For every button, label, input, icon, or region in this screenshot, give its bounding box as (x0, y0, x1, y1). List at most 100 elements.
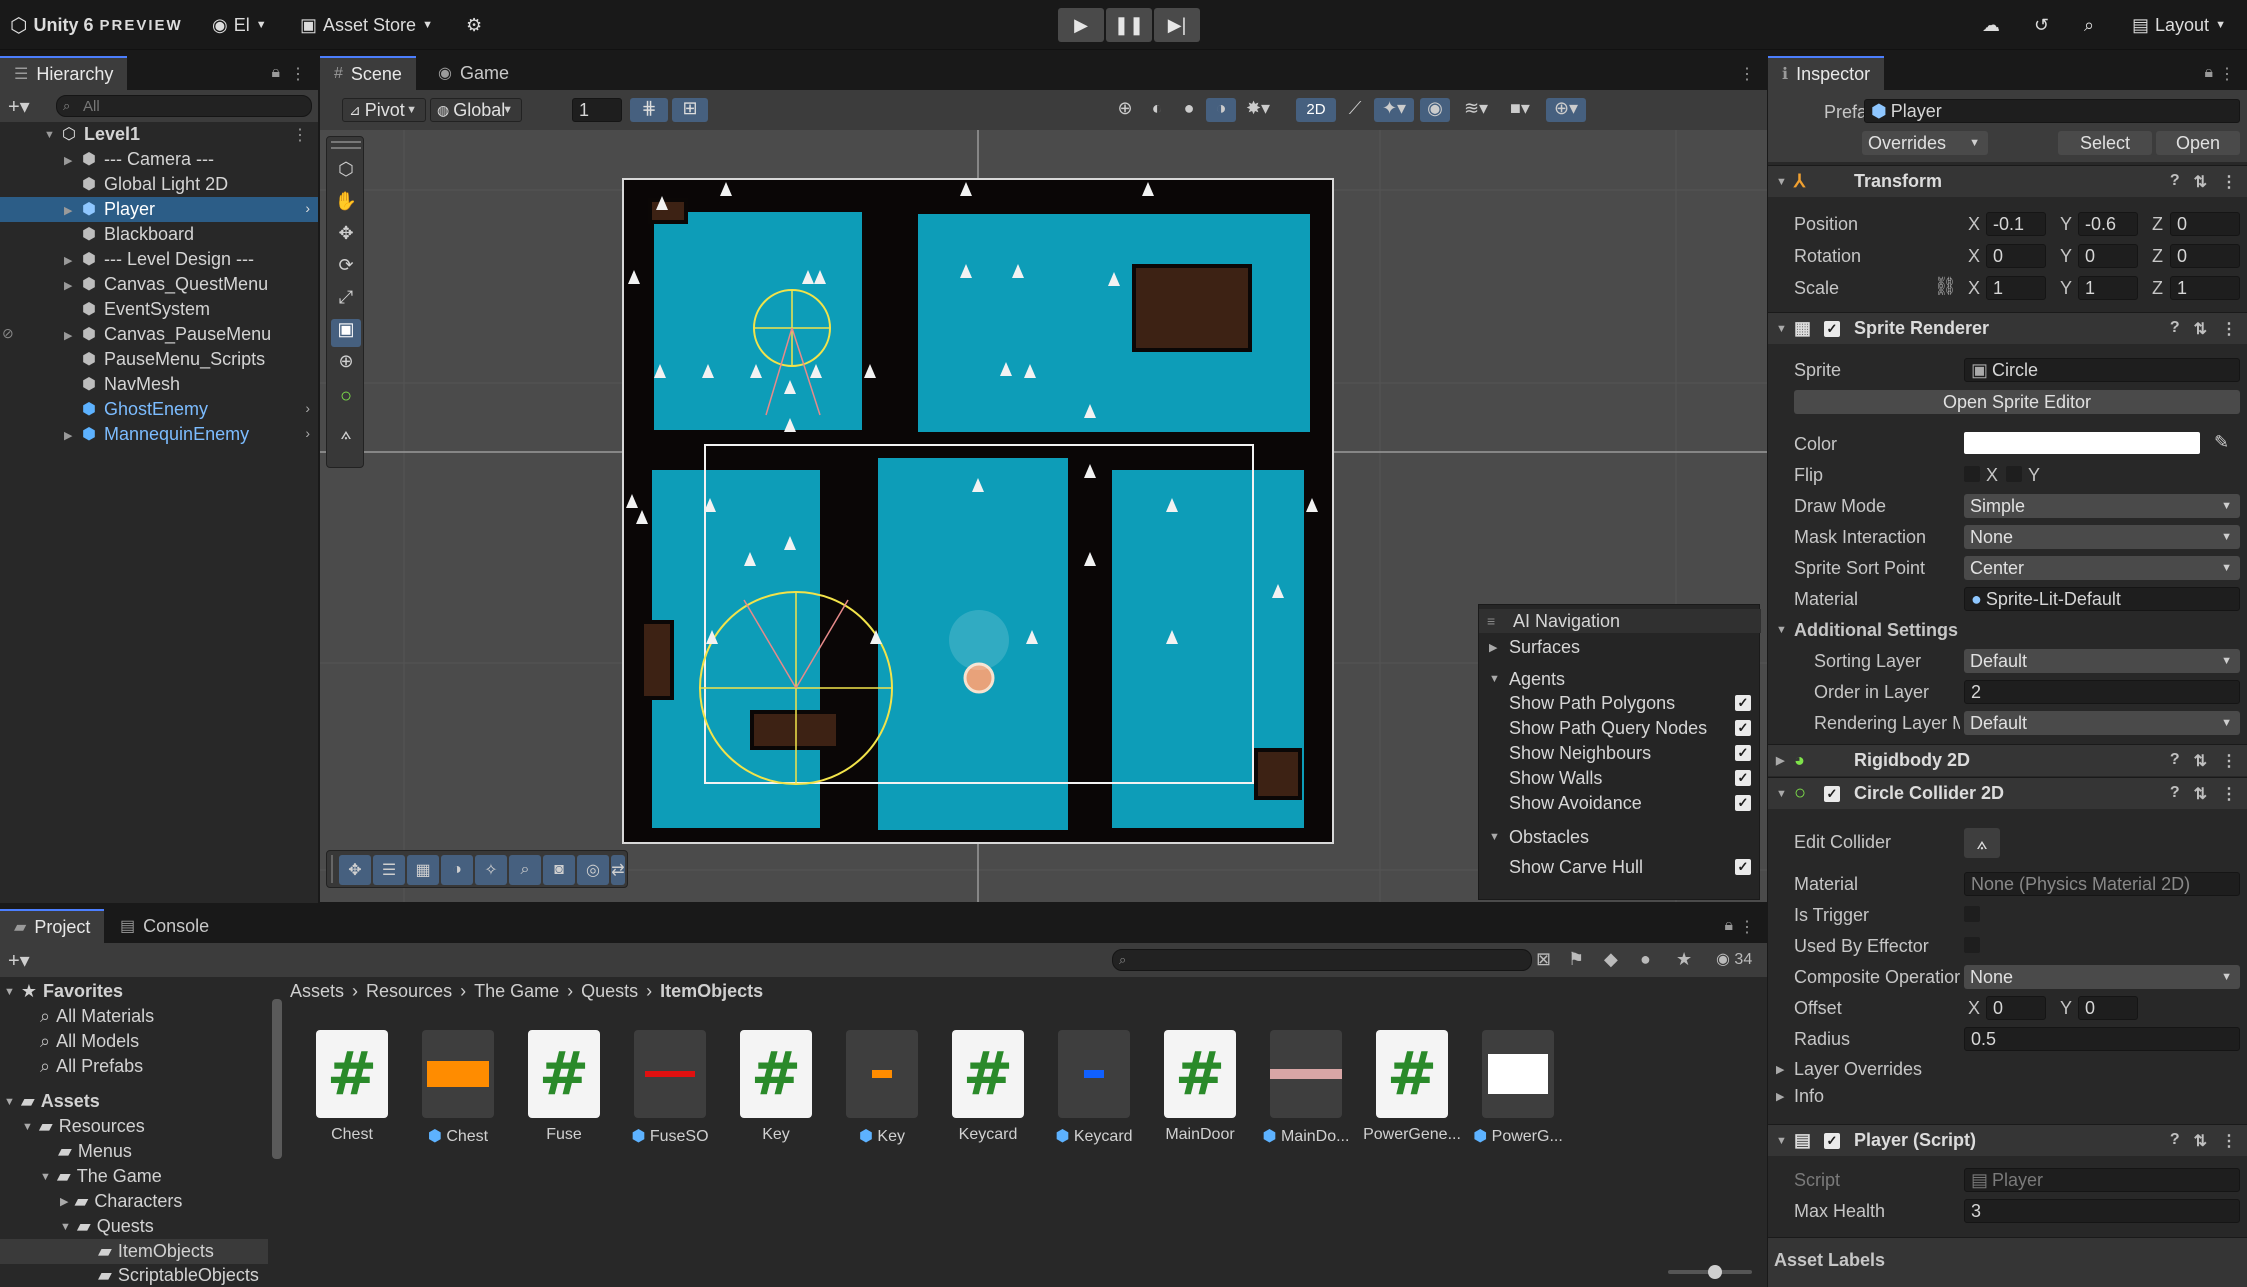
unlit-icon[interactable]: ◑ (1206, 98, 1236, 122)
debug-draw-icon[interactable]: ✸▾ (1238, 98, 1278, 122)
position-z-field[interactable]: 0 (2170, 212, 2240, 236)
align-icon[interactable]: ☰ (373, 855, 405, 885)
orientation-icon[interactable]: ⊕ (1110, 98, 1140, 122)
rect-tool-icon[interactable]: ▣ (331, 319, 361, 347)
hierarchy-item[interactable]: ▶ ⬢ Canvas_QuestMenu (0, 272, 318, 297)
overlay-header[interactable]: ≡ AI Navigation (1479, 609, 1761, 633)
warning-icon[interactable]: ● (1640, 949, 1651, 970)
favorite-item[interactable]: ⌕ All Models (40, 1029, 139, 1054)
folder-menus[interactable]: ▰ Menus (58, 1139, 132, 1164)
rendering-layer-dropdown[interactable]: Default (1964, 711, 2240, 735)
hierarchy-item[interactable]: ⬢ GhostEnemy › (0, 397, 318, 422)
checkbox-checked[interactable]: ✓ (1735, 745, 1751, 761)
nav-icon[interactable]: ✧ (475, 855, 507, 885)
hierarchy-item[interactable]: ⬢ Blackboard (0, 222, 318, 247)
hierarchy-item-selected[interactable]: ▶ ⬢ Player › (0, 197, 318, 222)
gizmos-icon[interactable]: ⊕▾ (1546, 98, 1586, 122)
info-foldout[interactable]: ▶ Info (1776, 1086, 2076, 1110)
collapsed-arrow-icon[interactable]: ▶ (64, 204, 72, 217)
collapsed-arrow-icon[interactable]: ▶ (64, 279, 72, 292)
asset-item[interactable]: ⬢ Key (832, 1030, 932, 1146)
show-avoidance-row[interactable]: Show Avoidance ✓ (1479, 791, 1761, 815)
breadcrumb-item[interactable]: Assets (290, 981, 344, 1005)
scale-tool-icon[interactable]: ⤢ (331, 287, 361, 315)
play-button[interactable]: ▶ (1058, 8, 1104, 42)
edit-shape-icon[interactable]: ⟑ (331, 423, 361, 451)
show-path-query-nodes-row[interactable]: Show Path Query Nodes ✓ (1479, 716, 1761, 740)
folder-characters[interactable]: ▶ ▰ Characters (60, 1189, 182, 1214)
flip-y-checkbox[interactable] (2006, 466, 2022, 482)
physics-material-field[interactable]: None (Physics Material 2D) (1964, 872, 2240, 896)
assets-foldout[interactable]: ▼ ▰ Assets (4, 1089, 100, 1114)
asset-item[interactable]: ⬢ FuseSO (620, 1030, 720, 1146)
pivot-dropdown[interactable]: ⊿ Pivot (342, 98, 426, 122)
breadcrumb-item-current[interactable]: ItemObjects (660, 981, 763, 1005)
kebab-menu-icon[interactable]: ⋮ (2221, 751, 2237, 771)
hierarchy-item[interactable]: ▶ ⬢ --- Level Design --- (0, 247, 318, 272)
grid-snap-button[interactable]: ⋕ (630, 98, 668, 122)
collider-tool-icon[interactable]: ○ (331, 385, 361, 413)
agent-icon[interactable]: ◙ (543, 855, 575, 885)
preset-icon[interactable]: ⇅ (2194, 784, 2207, 804)
label-icon[interactable]: ◆ (1604, 949, 1618, 970)
breadcrumb-item[interactable]: Resources (366, 981, 452, 1005)
sprite-renderer-header[interactable]: ▼ ▦ ✓ Sprite Renderer ? ⇅ ⋮ (1768, 312, 2247, 344)
kebab-menu-icon[interactable]: ⋮ (2221, 319, 2237, 339)
transform-header[interactable]: ▼ ⅄ Transform ? ⇅ ⋮ (1768, 165, 2247, 197)
drag-handle[interactable] (331, 855, 333, 883)
favorite-star-icon[interactable]: ★ (1676, 949, 1692, 970)
breadcrumb-item[interactable]: Quests (581, 981, 638, 1005)
asset-item[interactable]: ⬢ MainDo... (1256, 1030, 1356, 1146)
grid-size-field[interactable]: 1 (572, 98, 622, 122)
offset-y-field[interactable]: 0 (2078, 996, 2138, 1020)
scale-x-field[interactable]: 1 (1986, 276, 2046, 300)
kebab-menu-icon[interactable]: ⋮ (2221, 784, 2237, 804)
color-swatch[interactable] (1964, 432, 2200, 454)
tab-console[interactable]: ▤ Console (106, 909, 223, 943)
checkbox-checked[interactable]: ✓ (1735, 770, 1751, 786)
show-neighbours-row[interactable]: Show Neighbours ✓ (1479, 741, 1761, 765)
order-in-layer-field[interactable]: 2 (1964, 680, 2240, 704)
surfaces-foldout[interactable]: ▶ Surfaces (1479, 635, 1761, 659)
search-by-type-icon[interactable]: ⊠ (1536, 949, 1551, 970)
hierarchy-search-input[interactable]: ⌕ All (56, 95, 312, 117)
collapsed-arrow-icon[interactable]: ▶ (64, 254, 72, 267)
shuffle-icon[interactable]: ⇄ (611, 855, 625, 885)
hidden-eye-icon[interactable]: ⊘ (2, 325, 14, 342)
increment-snap-button[interactable]: ⊞ (672, 98, 708, 122)
history-icon[interactable]: ↺ (2034, 12, 2049, 38)
kebab-menu-icon[interactable]: ⋮ (2221, 1131, 2237, 1151)
show-walls-row[interactable]: Show Walls ✓ (1479, 766, 1761, 790)
folder-itemobjects-selected[interactable]: ▰ ItemObjects (0, 1239, 268, 1264)
position-y-field[interactable]: -0.6 (2078, 212, 2138, 236)
search-icon[interactable]: ⌕ (509, 855, 541, 885)
mesh-icon[interactable]: ▦ (407, 855, 439, 885)
search-icon[interactable]: ⌕ (2084, 12, 2094, 38)
folder-tree-scrollbar[interactable] (272, 981, 282, 1281)
account-dropdown[interactable]: ◉ El ▼ (212, 12, 267, 38)
hierarchy-item[interactable]: ⬢ NavMesh (0, 372, 318, 397)
sort-point-dropdown[interactable]: Center (1964, 556, 2240, 580)
sorting-layer-dropdown[interactable]: Default (1964, 649, 2240, 673)
obstacles-foldout[interactable]: ▼ Obstacles (1479, 825, 1761, 849)
checkbox-checked[interactable]: ✓ (1735, 795, 1751, 811)
step-button[interactable]: ▶| (1154, 8, 1200, 42)
agents-foldout[interactable]: ▼ Agents (1479, 667, 1761, 691)
hand-tool-icon[interactable]: ✋ (331, 191, 361, 219)
asset-item[interactable]: # Fuse (514, 1030, 614, 1144)
transform-tool-icon[interactable]: ⊕ (331, 351, 361, 379)
checkbox-checked[interactable]: ✓ (1735, 859, 1751, 875)
favorite-item[interactable]: ⌕ All Materials (40, 1004, 154, 1029)
is-trigger-checkbox[interactable] (1964, 906, 1980, 922)
tab-game[interactable]: ◉ Game (424, 56, 523, 90)
hierarchy-item[interactable]: ▶ ⬢ MannequinEnemy › (0, 422, 318, 447)
chevron-right-icon[interactable]: › (305, 200, 310, 216)
asset-item[interactable]: ⬢ Keycard (1044, 1030, 1144, 1146)
hierarchy-item[interactable]: ⬢ EventSystem (0, 297, 318, 322)
move-icon[interactable]: ✥ (339, 855, 371, 885)
kebab-menu-icon[interactable]: ⋮ (290, 64, 306, 84)
view-tool-icon[interactable]: ⬡ (331, 159, 361, 187)
rotation-x-field[interactable]: 0 (1986, 244, 2046, 268)
help-icon[interactable]: ? (2170, 172, 2180, 192)
enabled-checkbox[interactable]: ✓ (1824, 785, 1840, 802)
